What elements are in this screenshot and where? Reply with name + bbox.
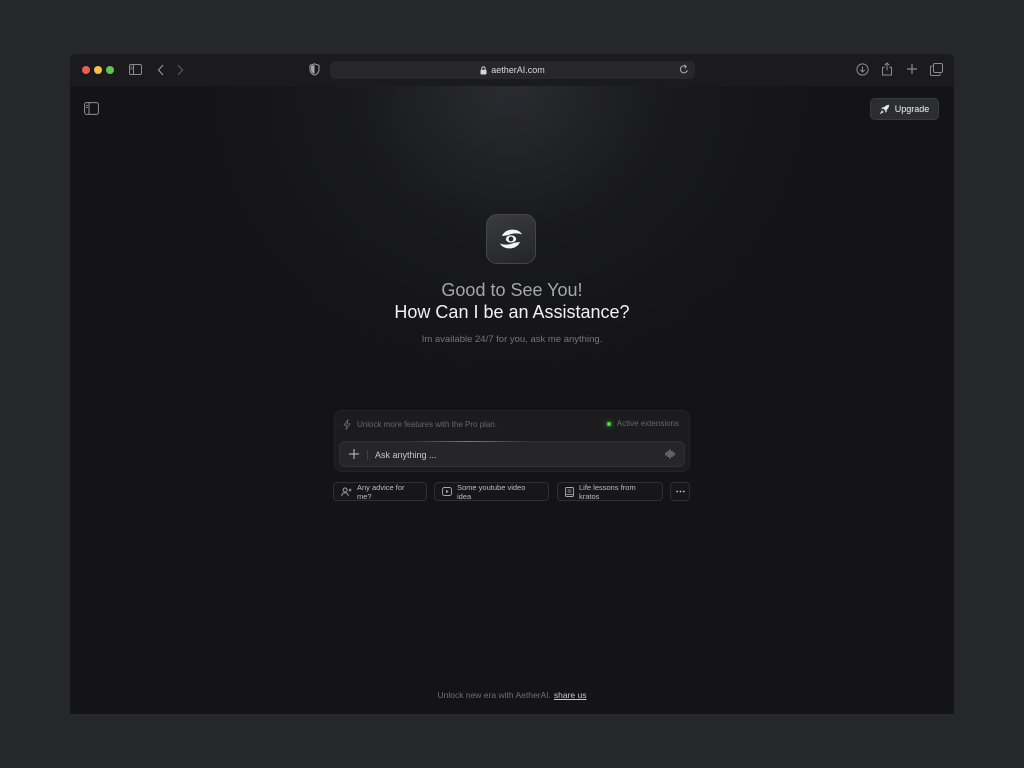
download-icon[interactable]: [856, 63, 869, 76]
more-dots-icon: [675, 490, 685, 493]
reload-icon[interactable]: [679, 64, 689, 75]
input-divider: [367, 450, 368, 460]
availability-text: Im available 24/7 for you, ask me anythi…: [421, 334, 603, 345]
url-text: aetherAI.com: [491, 65, 545, 75]
back-icon[interactable]: [157, 64, 165, 76]
chat-panel: Unlock more features with the Pro plan. …: [334, 410, 690, 472]
address-bar[interactable]: aetherAI.com: [330, 61, 695, 79]
page-content: Upgrade Good to See You! How Can I be an…: [70, 86, 954, 714]
minimize-window-button[interactable]: [94, 66, 102, 74]
upgrade-button[interactable]: Upgrade: [870, 98, 939, 120]
voice-waveform-icon[interactable]: [665, 449, 676, 459]
status-dot: [606, 421, 611, 426]
suggestion-chip-advice[interactable]: Any advice for me?: [333, 482, 427, 501]
suggestion-chip-kratos[interactable]: Life lessons from kratos: [557, 482, 663, 501]
attach-plus-icon[interactable]: [348, 448, 360, 460]
rocket-icon: [879, 104, 890, 114]
sidebar-icon[interactable]: [129, 64, 142, 75]
suggestion-chip-youtube[interactable]: Some youtube video idea: [434, 482, 549, 501]
lightning-icon: [343, 419, 351, 430]
suggestion-label: Life lessons from kratos: [579, 482, 636, 501]
active-extensions-label: Active extensions: [616, 419, 679, 428]
footer-text: Unlock new era with AetherAI.: [437, 690, 551, 700]
app-logo: [486, 214, 536, 264]
footer: Unlock new era with AetherAI. share us: [70, 690, 954, 700]
book-icon: [565, 486, 574, 497]
user-plus-icon: [341, 487, 352, 497]
forward-icon[interactable]: [176, 64, 184, 76]
aether-logo-icon: [500, 229, 522, 249]
headline-text: How Can I be an Assistance?: [394, 302, 630, 322]
sidebar-toggle-icon[interactable]: [84, 102, 100, 116]
shield-icon[interactable]: [309, 63, 320, 76]
pro-plan-notice[interactable]: Unlock more features with the Pro plan.: [343, 419, 497, 430]
browser-window: aetherAI.com Upgrade Good to See You! Ho…: [70, 54, 954, 714]
chat-input[interactable]: [373, 446, 657, 464]
greeting-text: Good to See You!: [441, 280, 583, 300]
suggestion-label: Any advice for me?: [357, 482, 405, 501]
zoom-window-button[interactable]: [106, 66, 114, 74]
browser-titlebar: aetherAI.com: [70, 54, 954, 87]
upgrade-label: Upgrade: [894, 104, 930, 114]
input-highlight: [410, 441, 530, 442]
tabs-overview-icon[interactable]: [930, 63, 943, 76]
chat-input-bar: [339, 441, 685, 467]
active-extensions[interactable]: Active extensions: [606, 419, 679, 428]
share-icon[interactable]: [881, 62, 893, 76]
new-tab-icon[interactable]: [906, 63, 918, 75]
pro-plan-text: Unlock more features with the Pro plan.: [357, 420, 498, 429]
lock-icon: [480, 65, 487, 75]
share-us-link[interactable]: share us: [554, 690, 587, 700]
suggestion-label: Some youtube video idea: [457, 482, 526, 501]
close-window-button[interactable]: [82, 66, 90, 74]
more-suggestions-button[interactable]: [670, 482, 690, 501]
video-icon: [442, 487, 452, 496]
